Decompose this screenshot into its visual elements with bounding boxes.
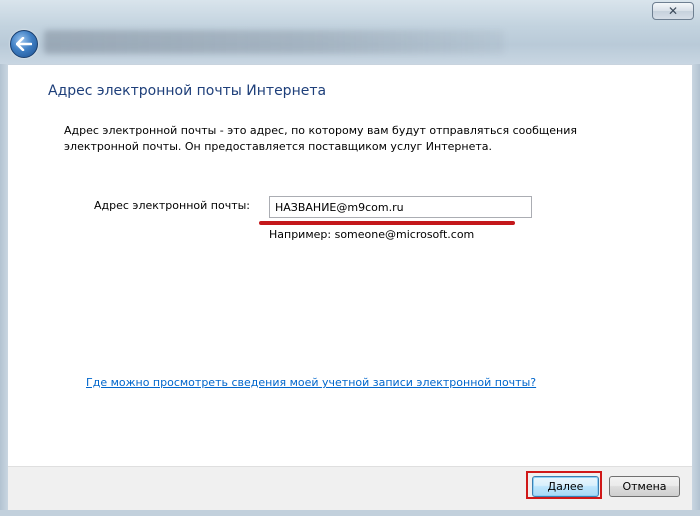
email-field-label: Адрес электронной почты:	[94, 199, 251, 212]
email-field[interactable]	[269, 196, 532, 218]
close-button[interactable]: ✕	[652, 2, 694, 20]
button-bar: Далее Отмена	[8, 466, 692, 511]
red-underline-annotation	[259, 221, 515, 225]
cancel-button[interactable]: Отмена	[609, 476, 680, 497]
back-button[interactable]	[10, 30, 38, 58]
blurred-title-text	[44, 30, 504, 54]
wizard-content: Адрес электронной почты Интернета Адрес …	[8, 64, 692, 467]
email-example-hint: Например: someone@microsoft.com	[269, 228, 475, 241]
window-frame-right	[692, 64, 700, 516]
window-frame-bottom	[0, 510, 700, 516]
window-frame-left	[0, 64, 8, 516]
page-description: Адрес электронной почты - это адрес, по …	[64, 124, 577, 153]
account-info-help-link[interactable]: Где можно просмотреть сведения моей учет…	[86, 376, 536, 389]
page-title: Адрес электронной почты Интернета	[48, 83, 327, 99]
title-bar: ✕	[0, 0, 700, 64]
close-icon: ✕	[667, 4, 679, 18]
next-button[interactable]: Далее	[532, 476, 599, 497]
back-arrow-icon	[16, 37, 32, 51]
